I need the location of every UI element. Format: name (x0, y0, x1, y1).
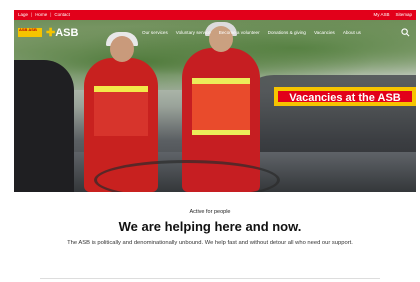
divider (40, 278, 380, 279)
my-asb-link[interactable]: My ASB (373, 10, 389, 20)
vacancies-cta-banner[interactable]: Vacancies at the ASB (274, 87, 416, 106)
nav-become-volunteer[interactable]: Become a volunteer (219, 30, 260, 35)
asb-logo-small[interactable]: ASB ASB (18, 27, 42, 37)
vest (94, 86, 148, 136)
utility-right: My ASB Sitemap (373, 10, 412, 20)
vest (192, 78, 250, 135)
sitemap-link[interactable]: Sitemap (395, 10, 412, 20)
nav-our-services[interactable]: Our services (142, 30, 168, 35)
nav-donations[interactable]: Donations & giving (268, 30, 306, 35)
section-headline: We are helping here and now. (118, 219, 302, 234)
separator: | (31, 12, 33, 17)
plus-icon: ✚ (46, 27, 56, 39)
nav-voluntary-service[interactable]: Voluntary service (176, 30, 211, 35)
utility-link-lage[interactable]: Lage (18, 10, 28, 20)
section-eyebrow: Active for people (189, 209, 231, 215)
hero-person-left (14, 60, 74, 192)
search-icon[interactable] (401, 28, 410, 37)
nav-vacancies[interactable]: Vacancies (314, 30, 335, 35)
head (110, 36, 134, 62)
section-body: The ASB is politically and denominationa… (67, 240, 353, 246)
utility-link-contact[interactable]: Contact (54, 10, 70, 20)
top-utility-bar: Lage | Home | Contact My ASB Sitemap (14, 10, 416, 20)
utility-links: Lage | Home | Contact (18, 10, 70, 20)
asb-logo[interactable]: ✚ASB (46, 26, 78, 39)
nav-about-us[interactable]: About us (343, 30, 361, 35)
main-nav: Our services Voluntary service Become a … (142, 30, 361, 35)
hero-bicycle (94, 160, 280, 192)
logo-text: ASB (55, 27, 79, 39)
utility-link-home[interactable]: Home (35, 10, 47, 20)
separator: | (50, 12, 52, 17)
